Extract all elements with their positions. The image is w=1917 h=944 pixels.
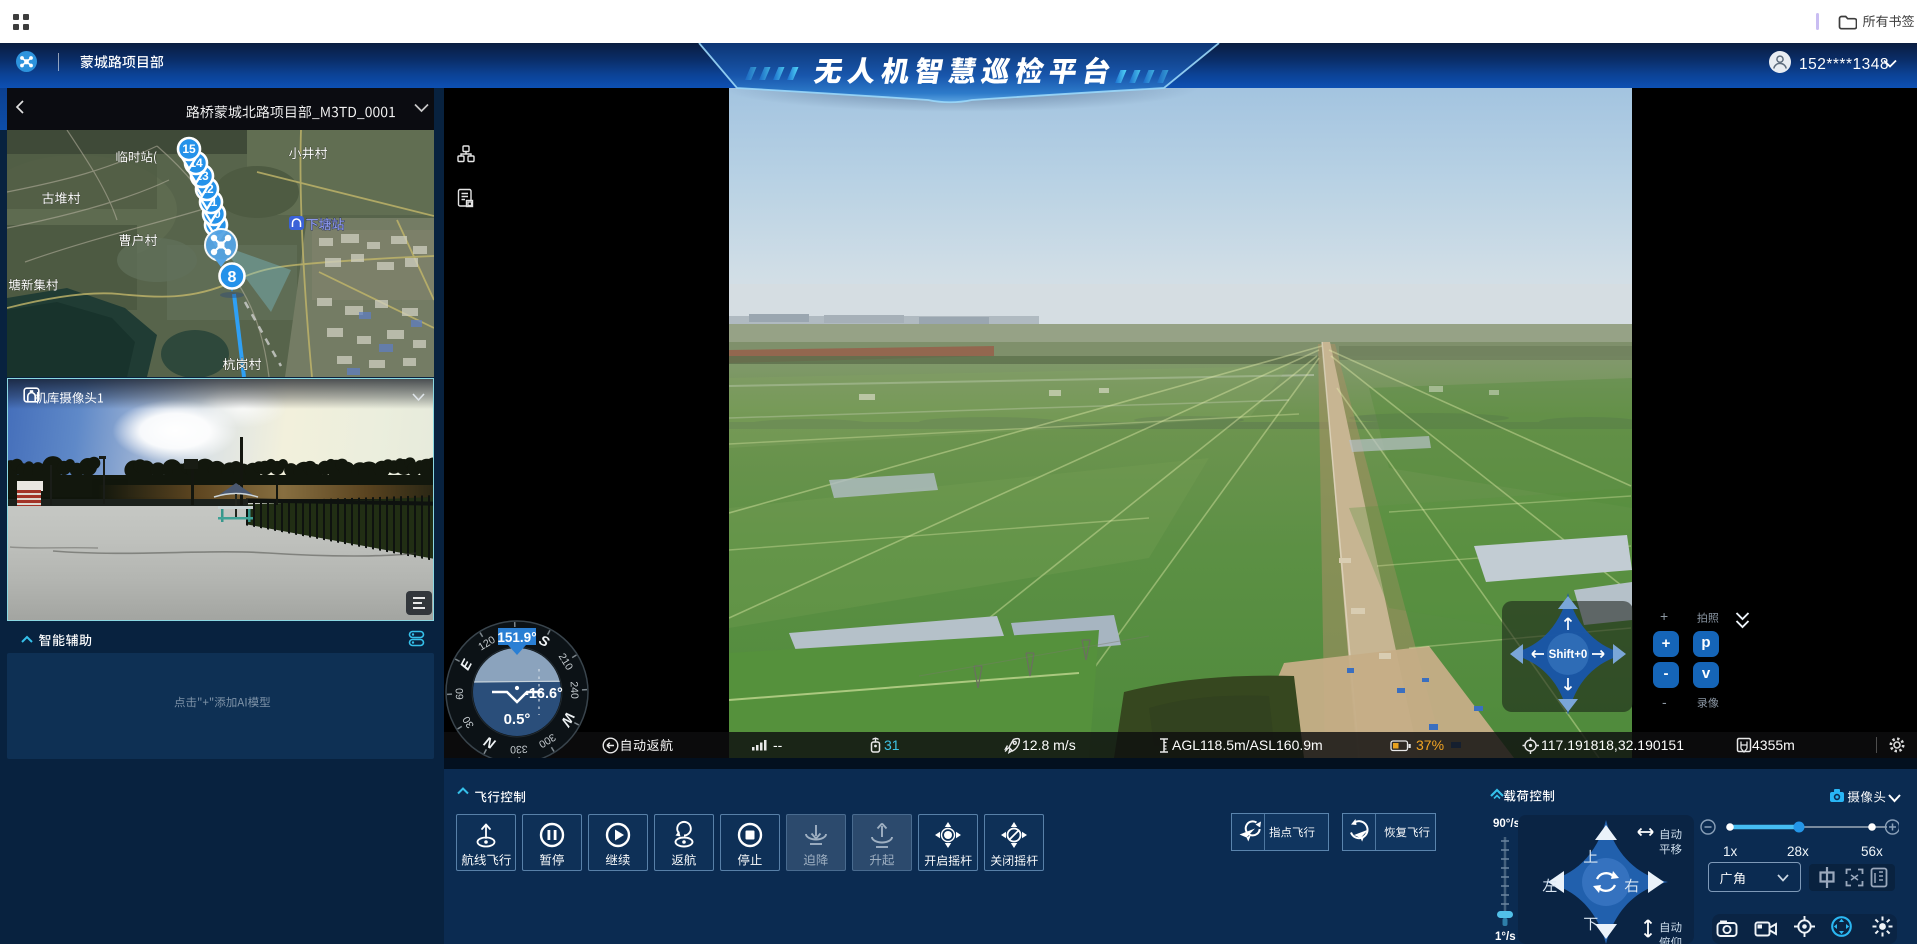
- svg-text:330: 330: [510, 743, 528, 756]
- svg-text:60: 60: [454, 688, 466, 700]
- svg-text:-16.6°: -16.6°: [524, 686, 563, 702]
- svg-text:8: 8: [228, 269, 237, 286]
- svg-text:15: 15: [182, 142, 196, 156]
- svg-text:Shift+0: Shift+0: [1549, 649, 1588, 661]
- svg-text:0.5°: 0.5°: [504, 711, 531, 728]
- svg-text:151.9°: 151.9°: [497, 630, 536, 645]
- svg-text:240: 240: [568, 681, 581, 699]
